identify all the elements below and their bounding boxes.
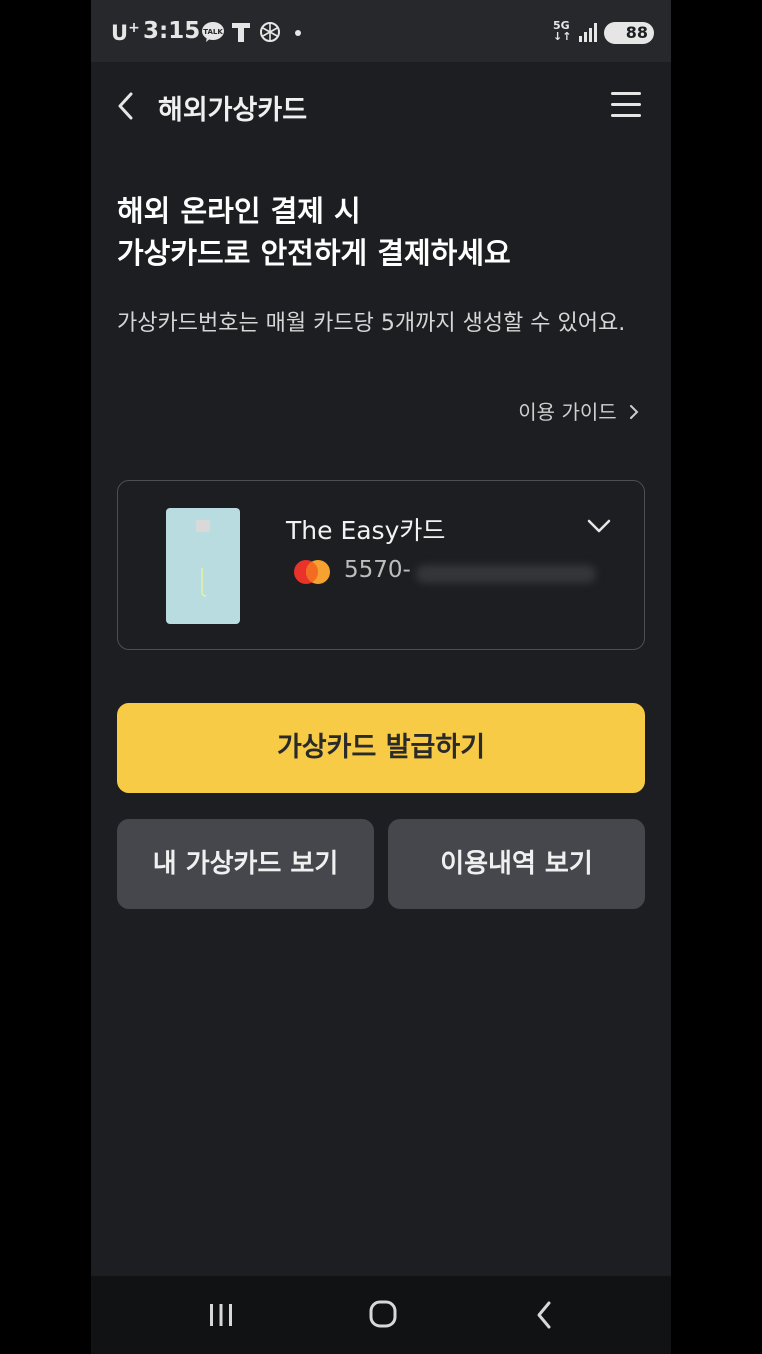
description-text: 가상카드번호는 매월 카드당 5개까지 생성할 수 있어요.: [117, 311, 626, 336]
mastercard-icon: [294, 560, 330, 584]
page-title: 해외가상카드: [158, 95, 308, 126]
back-icon[interactable]: [534, 1300, 554, 1330]
recent-apps-icon[interactable]: [208, 1302, 234, 1328]
battery-indicator: 88: [604, 22, 654, 44]
card-chip-icon: [196, 520, 210, 532]
t-icon: [232, 23, 250, 42]
card-name: The Easy카드: [286, 516, 446, 545]
signal-icon: [579, 23, 597, 42]
card-image: [166, 508, 240, 624]
issue-virtual-card-button[interactable]: 가상카드 발급하기: [117, 703, 645, 793]
card-number-masked: [416, 565, 596, 583]
network-label: 5G ↓↑: [553, 19, 572, 43]
my-virtual-cards-button[interactable]: 내 가상카드 보기: [117, 819, 374, 909]
chevron-right-icon: [630, 405, 639, 419]
headline-line-1: 해외 온라인 결제 시: [117, 194, 361, 228]
usage-guide-link[interactable]: 이용 가이드: [518, 396, 641, 425]
headline-line-2: 가상카드로 안전하게 결제하세요: [117, 236, 511, 270]
card-line-decoration: [201, 568, 207, 597]
carrier-label: U+: [111, 20, 140, 45]
talk-icon: TALK: [202, 22, 224, 42]
chevron-down-icon[interactable]: [586, 513, 612, 539]
chatgpt-icon: [260, 22, 280, 42]
headline: 해외 온라인 결제 시 가상카드로 안전하게 결제하세요: [117, 190, 647, 274]
status-bar: U+ 3:15 TALK 5G ↓↑ 88: [91, 0, 671, 62]
hamburger-icon[interactable]: [609, 92, 643, 122]
battery-level: 88: [625, 23, 648, 42]
chevron-left-icon[interactable]: [111, 88, 141, 124]
card-number: 5570-: [344, 557, 411, 583]
usage-history-button[interactable]: 이용내역 보기: [388, 819, 645, 909]
system-nav-bar: [91, 1276, 671, 1354]
home-icon[interactable]: [369, 1300, 397, 1328]
card-selector[interactable]: The Easy카드 5570-: [117, 480, 645, 650]
dot-icon: [295, 30, 301, 36]
status-time: 3:15: [143, 18, 201, 44]
app-screen: U+ 3:15 TALK 5G ↓↑ 88 해외가상카드 해외 온라인 결제 시…: [91, 0, 671, 1354]
svg-text:TALK: TALK: [203, 28, 223, 36]
app-header: 해외가상카드: [91, 62, 671, 152]
usage-guide-label: 이용 가이드: [518, 400, 617, 424]
